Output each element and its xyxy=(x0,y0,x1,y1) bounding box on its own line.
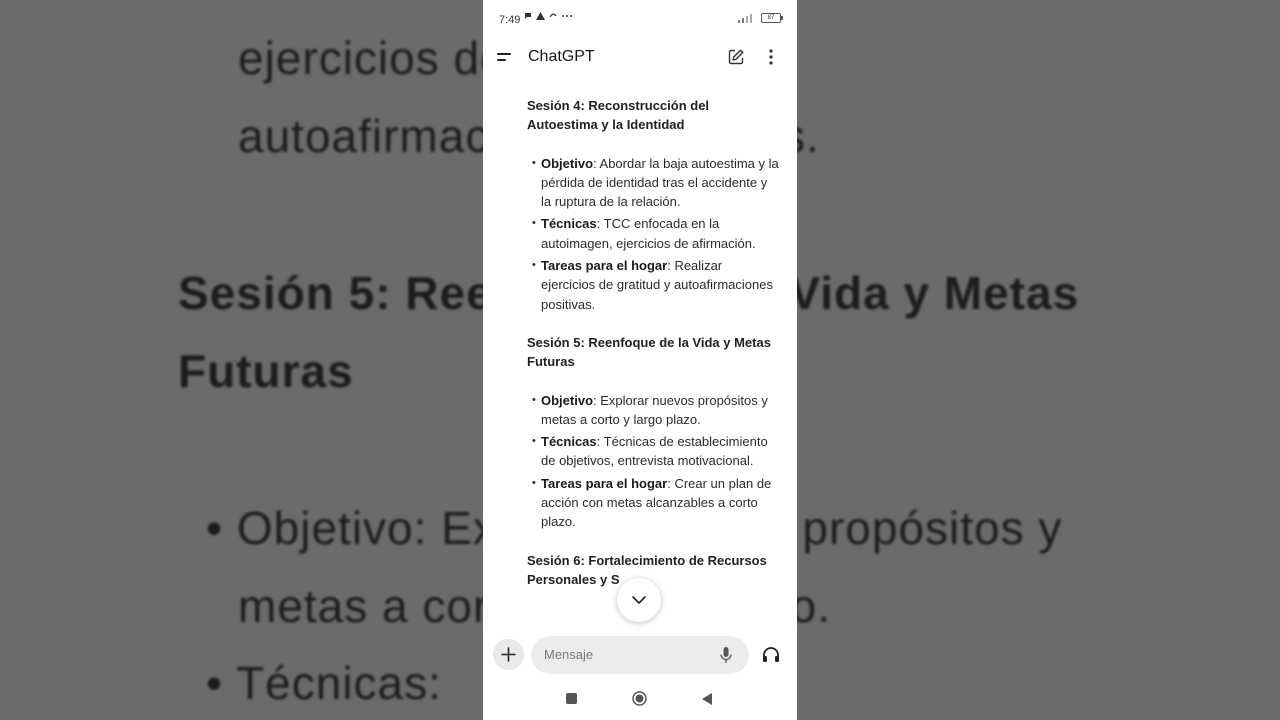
session-5-bullets: Objetivo: Explorar nuevos propósitos y m… xyxy=(527,391,779,532)
bg-line-4: Futuras xyxy=(178,345,354,397)
list-item: Tareas para el hogar: Crear un plan de a… xyxy=(527,474,779,532)
status-time: 7:49 xyxy=(499,14,521,26)
chat-bubble-icon xyxy=(525,13,531,19)
phone-screen: 7:49 87 ChatGPT Sesión 4: Reconstrucción… xyxy=(483,0,797,720)
battery-icon: 87 xyxy=(761,13,783,23)
attach-button[interactable] xyxy=(493,639,524,670)
headphones-icon[interactable] xyxy=(761,645,781,665)
home-button[interactable] xyxy=(632,691,647,706)
message-input[interactable]: Mensaje xyxy=(531,636,749,674)
mic-icon[interactable] xyxy=(719,646,733,664)
session-4-bullets: Objetivo: Abordar la baja autoestima y l… xyxy=(527,154,779,314)
chat-message-content: Sesión 4: Reconstrucción del Autoestima … xyxy=(527,96,779,608)
message-composer: Mensaje xyxy=(483,632,797,678)
status-notification-icons xyxy=(524,12,573,20)
chevron-down-icon xyxy=(632,596,646,604)
bg-line-7: • Técnicas: xyxy=(206,657,442,709)
session-5-title: Sesión 5: Reenfoque de la Vida y Metas F… xyxy=(527,334,771,370)
bg-line-1: ejercicios de xyxy=(238,32,507,84)
menu-icon[interactable] xyxy=(497,50,513,64)
status-system-icons: 87 xyxy=(738,13,783,23)
sync-icon xyxy=(549,13,557,18)
scroll-to-bottom-button[interactable] xyxy=(617,578,661,622)
plus-icon xyxy=(501,647,516,662)
recents-button[interactable] xyxy=(566,693,577,704)
list-item: Técnicas: TCC enfocada en la autoimagen,… xyxy=(527,214,779,253)
list-item: Objetivo: Explorar nuevos propósitos y m… xyxy=(527,391,779,430)
edit-icon[interactable] xyxy=(727,48,745,66)
back-button[interactable] xyxy=(701,692,713,706)
list-item: Objetivo: Abordar la baja autoestima y l… xyxy=(527,154,779,212)
list-item: Tareas para el hogar: Realizar ejercicio… xyxy=(527,256,779,314)
app-bar: ChatGPT xyxy=(483,38,797,78)
signal-icon xyxy=(738,13,752,23)
app-title: ChatGPT xyxy=(528,48,595,65)
list-item: Técnicas: Técnicas de establecimiento de… xyxy=(527,432,779,471)
more-dots-icon xyxy=(562,15,572,17)
more-vertical-icon[interactable] xyxy=(768,48,774,66)
warning-icon xyxy=(536,12,545,20)
system-navigation-bar xyxy=(483,682,797,720)
status-bar: 7:49 87 xyxy=(483,0,797,38)
session-4-title: Sesión 4: Reconstrucción del Autoestima … xyxy=(527,98,710,133)
message-placeholder: Mensaje xyxy=(544,647,594,662)
